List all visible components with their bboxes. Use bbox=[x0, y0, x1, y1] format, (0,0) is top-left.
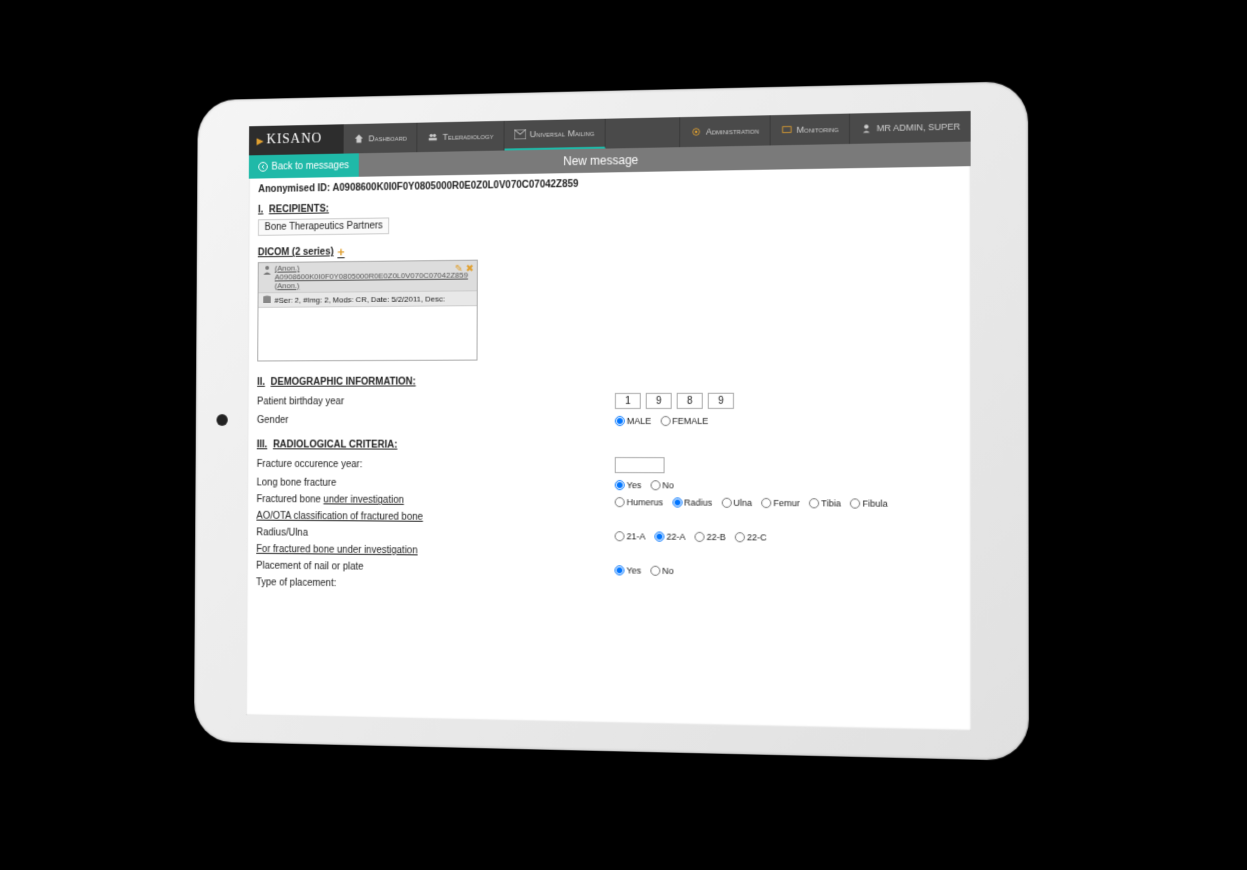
bone-radio-group: Humerus Radius Ulna Femur Tibia Fibula bbox=[615, 497, 894, 509]
radio-longbone-no[interactable]: No bbox=[650, 480, 674, 490]
row-fracture-year: Fracture occurence year: bbox=[257, 456, 961, 474]
row-gender: Gender MALE FEMALE bbox=[257, 415, 961, 426]
row-birth-year: Patient birthday year 1 9 8 9 bbox=[257, 393, 960, 410]
label-placement: Placement of nail or plate bbox=[256, 561, 614, 576]
label-fractured-bone: Fractured bone under investigation bbox=[256, 495, 614, 508]
radio-gender-female[interactable]: FEMALE bbox=[660, 416, 708, 426]
dicom-series-box: ✎ ✖ (Anon.) A0908600K0I0F0Y0805000R0E0Z0… bbox=[257, 260, 478, 362]
label-for-fractured: For fractured bone under investigation bbox=[256, 544, 960, 562]
radio-bone-ulna[interactable]: Ulna bbox=[721, 498, 752, 508]
nav-monitoring[interactable]: Monitoring bbox=[769, 114, 849, 146]
brand-logo: ▸ KISANO bbox=[249, 124, 344, 155]
radio-ao-22-b[interactable]: 22-B bbox=[695, 532, 726, 542]
section-recipients-heading: I.RECIPIENTS: bbox=[258, 194, 960, 216]
add-dicom-icon[interactable]: + bbox=[337, 245, 344, 260]
page-title: New message bbox=[563, 153, 638, 168]
monitor-icon bbox=[780, 125, 792, 135]
nav-teleradiology[interactable]: Teleradiology bbox=[417, 121, 504, 152]
birth-digit-2[interactable]: 9 bbox=[646, 393, 672, 409]
radio-ao-22-a[interactable]: 22-A bbox=[654, 531, 685, 541]
brand-text: KISANO bbox=[266, 132, 322, 149]
label-radius-ulna: Radius/Ulna bbox=[256, 528, 614, 542]
home-button[interactable] bbox=[216, 414, 227, 426]
radio-gender-male[interactable]: MALE bbox=[615, 416, 651, 426]
dicom-description-area[interactable] bbox=[258, 306, 477, 361]
mail-icon bbox=[514, 129, 526, 139]
radio-bone-humerus[interactable]: Humerus bbox=[615, 497, 663, 507]
home-icon bbox=[353, 134, 364, 144]
dicom-patient-link[interactable]: (Anon.) A0908600K0I0F0Y0805000R0E0Z0L0V0… bbox=[275, 263, 468, 291]
label-birth-year: Patient birthday year bbox=[257, 396, 615, 407]
birth-digit-4[interactable]: 9 bbox=[708, 393, 734, 409]
user-icon bbox=[860, 123, 872, 133]
person-icon bbox=[262, 265, 271, 275]
gear-icon bbox=[690, 127, 702, 137]
nav-universal-mailing[interactable]: Universal Mailing bbox=[504, 119, 605, 151]
section-radiological-heading: III.RADIOLOGICAL CRITERIA: bbox=[257, 440, 961, 452]
remove-dicom-icon[interactable]: ✖ bbox=[466, 264, 474, 275]
radio-ao-22-c[interactable]: 22-C bbox=[735, 532, 767, 542]
label-long-bone: Long bone fracture bbox=[257, 478, 615, 491]
label-type-placement: Type of placement: bbox=[256, 578, 614, 593]
row-radius-ulna: Radius/Ulna 21-A 22-A 22-B 22-C bbox=[256, 528, 960, 545]
radio-bone-tibia[interactable]: Tibia bbox=[809, 498, 841, 508]
radio-longbone-yes[interactable]: Yes bbox=[615, 480, 642, 490]
recipient-chip[interactable]: Bone Therapeutics Partners bbox=[258, 217, 390, 235]
back-arrow-icon bbox=[258, 162, 267, 172]
nav-administration[interactable]: Administration bbox=[679, 115, 769, 147]
radio-bone-femur[interactable]: Femur bbox=[761, 498, 800, 508]
back-to-messages-button[interactable]: Back to messages bbox=[249, 153, 359, 178]
form-content: Anonymised ID: A0908600K0I0F0Y0805000R0E… bbox=[247, 166, 971, 609]
input-fracture-year[interactable] bbox=[615, 457, 665, 473]
row-placement: Placement of nail or plate Yes No bbox=[256, 561, 960, 579]
radio-ao-21-a[interactable]: 21-A bbox=[615, 531, 646, 541]
birth-year-digits: 1 9 8 9 bbox=[615, 393, 736, 409]
ao-radio-group: 21-A 22-A 22-B 22-C bbox=[615, 531, 773, 542]
row-fractured-bone: Fractured bone under investigation Humer… bbox=[256, 495, 960, 510]
radio-bone-fibula[interactable]: Fibula bbox=[850, 498, 888, 508]
edit-dicom-icon[interactable]: ✎ bbox=[455, 264, 463, 275]
tablet-frame: ▸ KISANO Dashboard Teleradiology Univers… bbox=[194, 81, 1029, 761]
logo-arrow-icon: ▸ bbox=[257, 131, 265, 150]
section-demographic-heading: II.DEMOGRAPHIC INFORMATION: bbox=[257, 375, 960, 388]
label-gender: Gender bbox=[257, 415, 615, 426]
dicom-meta-text: #Ser: 2, #Img: 2, Mods: CR, Date: 5/2/20… bbox=[275, 294, 445, 304]
label-fracture-year: Fracture occurence year: bbox=[257, 459, 615, 471]
birth-digit-1[interactable]: 1 bbox=[615, 393, 641, 409]
people-icon bbox=[427, 132, 439, 142]
radio-placement-yes[interactable]: Yes bbox=[615, 565, 642, 575]
row-long-bone: Long bone fracture Yes No bbox=[257, 478, 961, 492]
row-type-placement: Type of placement: bbox=[256, 578, 961, 597]
birth-digit-3[interactable]: 8 bbox=[677, 393, 703, 409]
dicom-heading: DICOM (2 series) + bbox=[258, 237, 961, 260]
nav-dashboard[interactable]: Dashboard bbox=[344, 123, 418, 154]
radio-placement-no[interactable]: No bbox=[650, 566, 674, 576]
database-icon bbox=[262, 295, 271, 305]
nav-user[interactable]: MR ADMIN, SUPER bbox=[849, 111, 971, 144]
app-screen: ▸ KISANO Dashboard Teleradiology Univers… bbox=[246, 111, 971, 731]
label-ao-classification: AO/OTA classification of fractured bone bbox=[256, 511, 960, 527]
radio-bone-radius[interactable]: Radius bbox=[672, 497, 712, 507]
